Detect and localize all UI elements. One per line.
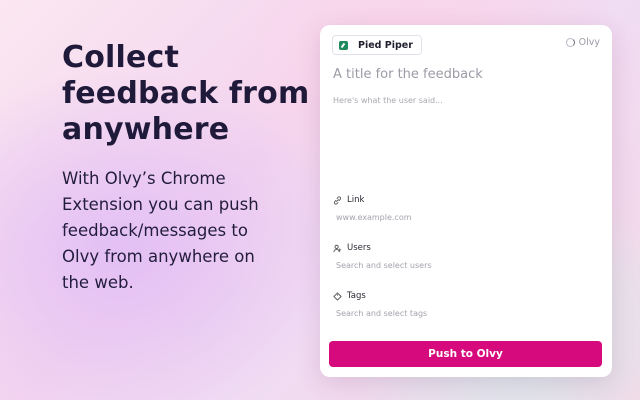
- tags-label-text: Tags: [347, 291, 366, 301]
- pied-piper-logo-icon: [339, 40, 348, 50]
- link-field: Link: [332, 195, 600, 224]
- hero-section: Collect feedback from anywhere With Olvy…: [62, 40, 312, 296]
- users-search-input[interactable]: [336, 261, 594, 270]
- brand-name: Olvy: [578, 37, 600, 48]
- users-field-label: Users: [332, 243, 600, 253]
- feedback-body-input[interactable]: [333, 96, 599, 192]
- workspace-selector[interactable]: Pied Piper: [332, 35, 422, 55]
- feedback-title-input[interactable]: [333, 67, 599, 82]
- link-icon: [332, 195, 342, 205]
- tags-field: Tags: [332, 291, 600, 320]
- users-field: Users: [332, 243, 600, 272]
- push-to-olvy-button[interactable]: Push to Olvy: [329, 341, 602, 367]
- link-input[interactable]: [336, 213, 594, 222]
- tags-field-label: Tags: [332, 291, 600, 301]
- headline-line-3: anywhere: [62, 112, 230, 147]
- tags-search-input[interactable]: [336, 309, 594, 318]
- headline-line-1: Collect: [62, 40, 180, 75]
- olvy-logo-icon: [565, 38, 575, 47]
- link-field-label: Link: [332, 195, 600, 205]
- headline-line-2: feedback from: [62, 76, 310, 111]
- workspace-name: Pied Piper: [358, 39, 413, 51]
- feedback-card: Pied Piper Olvy Link Users Tags: [320, 25, 612, 377]
- link-label-text: Link: [347, 195, 365, 205]
- tag-icon: [332, 291, 342, 301]
- users-label-text: Users: [347, 243, 371, 253]
- hero-headline: Collect feedback from anywhere: [62, 40, 312, 148]
- hero-description: With Olvy’s Chrome Extension you can pus…: [62, 169, 259, 292]
- olvy-brand: Olvy: [565, 37, 600, 48]
- users-icon: [332, 243, 342, 253]
